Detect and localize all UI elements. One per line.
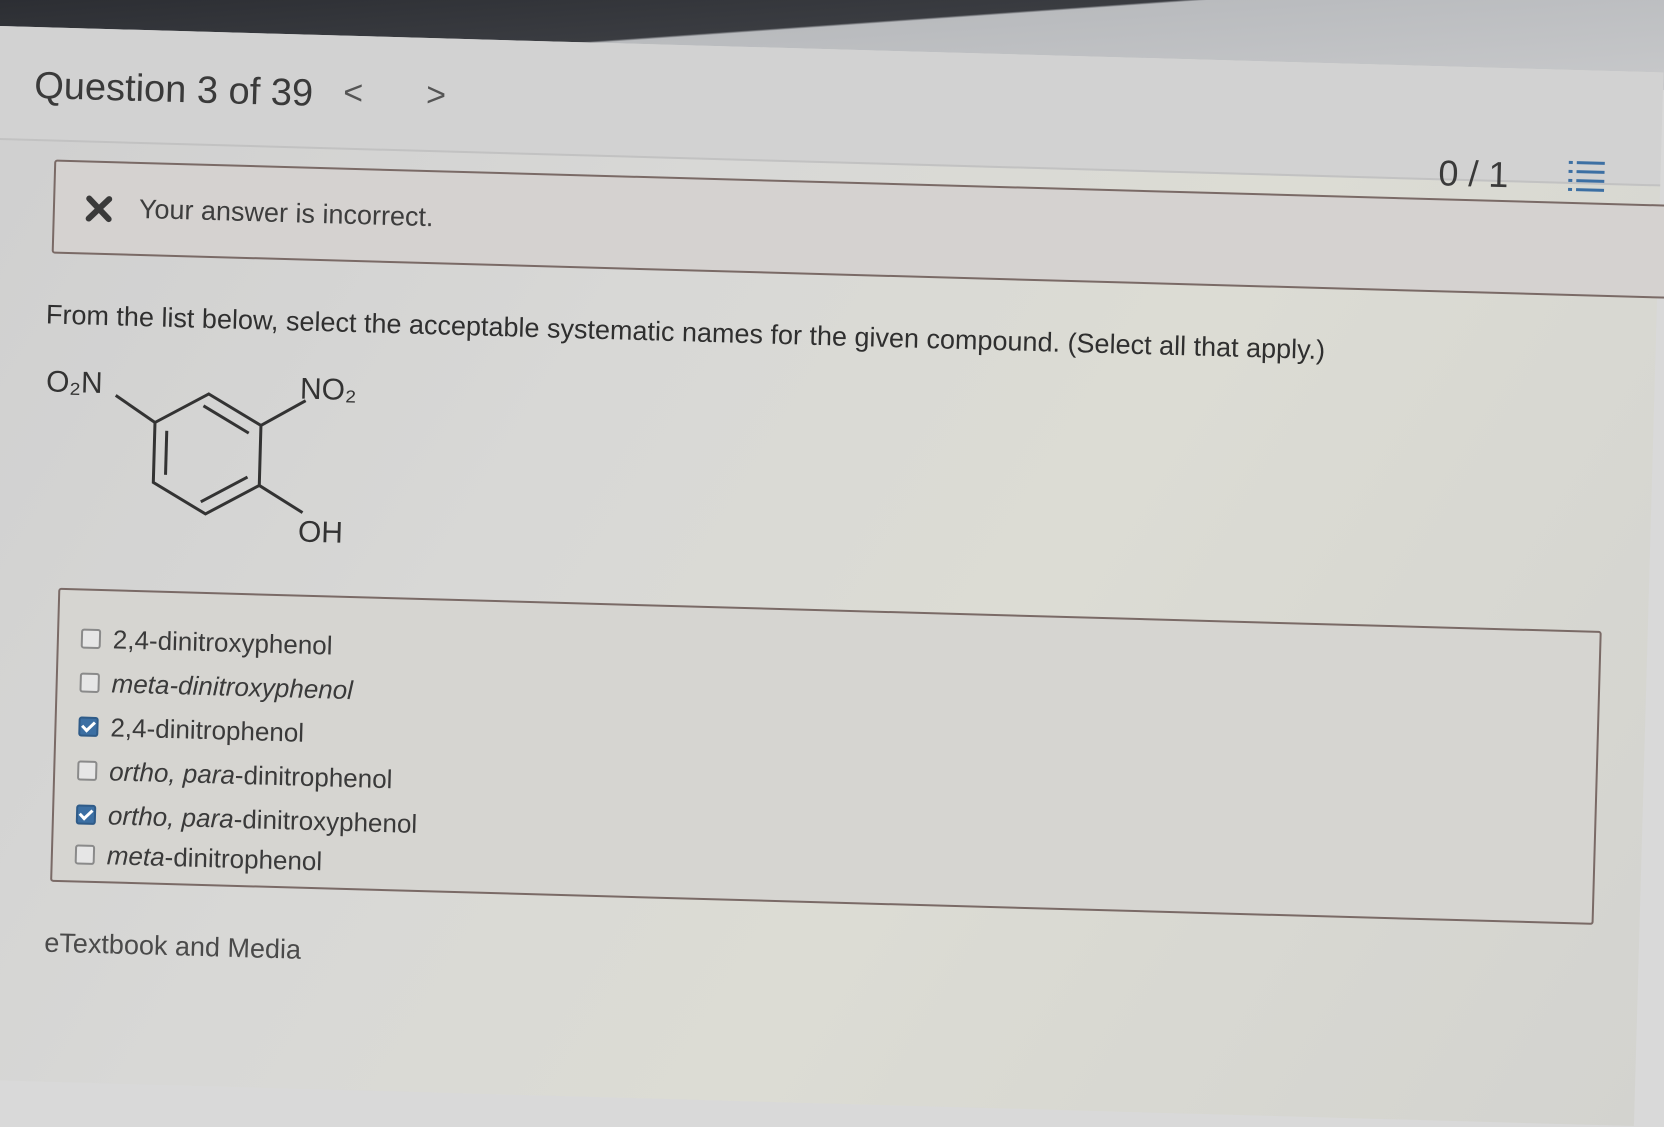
option-ortho-para-dinitrophenol[interactable]: ortho, para-dinitrophenol <box>76 750 393 799</box>
option-label: -dinitrophenol <box>164 841 323 876</box>
option-label: 2,4-dinitroxyphenol <box>112 623 333 661</box>
x-icon <box>85 195 113 223</box>
option-checkbox[interactable] <box>79 672 100 694</box>
option-2-4-dinitroxyphenol[interactable]: 2,4-dinitroxyphenol <box>80 619 333 666</box>
option-meta-dinitrophenol[interactable]: meta-dinitrophenol <box>74 834 323 881</box>
previous-question-button[interactable]: < <box>343 74 364 114</box>
compound-structure: O₂N NO₂ OH <box>46 365 358 550</box>
answer-options: 2,4-dinitroxyphenol meta-dinitroxyphenol… <box>50 587 1602 925</box>
assignment-screen: Question 3 of 39 < > 0 / 1 Your answer i… <box>0 26 1664 1127</box>
option-meta-dinitroxyphenol[interactable]: meta-dinitroxyphenol <box>79 662 353 710</box>
option-checkbox-checked[interactable] <box>78 716 99 738</box>
feedback-message: Your answer is incorrect. <box>138 193 434 233</box>
question-score: 0 / 1 <box>1437 152 1510 196</box>
option-prefix: ortho, para <box>107 799 235 834</box>
option-checkbox[interactable] <box>80 628 102 650</box>
option-checkbox[interactable] <box>76 760 98 782</box>
hydroxyl-group-label: OH <box>298 516 344 550</box>
option-prefix: meta <box>111 667 170 700</box>
option-2-4-dinitrophenol[interactable]: 2,4-dinitrophenol <box>78 706 305 752</box>
option-label: -dinitrophenol <box>234 759 393 794</box>
option-checkbox-checked[interactable] <box>75 804 97 825</box>
option-checkbox[interactable] <box>74 844 96 865</box>
option-prefix: ortho, para <box>108 755 236 790</box>
list-icon[interactable] <box>1566 158 1607 195</box>
option-label: -dinitroxyphenol <box>169 669 354 705</box>
next-question-button[interactable]: > <box>426 76 447 116</box>
option-prefix: meta <box>106 839 166 872</box>
etextbook-media-link[interactable]: eTextbook and Media <box>44 928 301 966</box>
nitro-group-label: NO₂ <box>300 373 358 408</box>
option-label: 2,4-dinitrophenol <box>110 711 305 748</box>
answer-feedback-banner: Your answer is incorrect. <box>51 159 1664 299</box>
question-title: Question 3 of 39 <box>33 64 314 115</box>
option-label: -dinitroxyphenol <box>233 803 418 839</box>
nitro-group-label: O₂N <box>46 365 104 400</box>
